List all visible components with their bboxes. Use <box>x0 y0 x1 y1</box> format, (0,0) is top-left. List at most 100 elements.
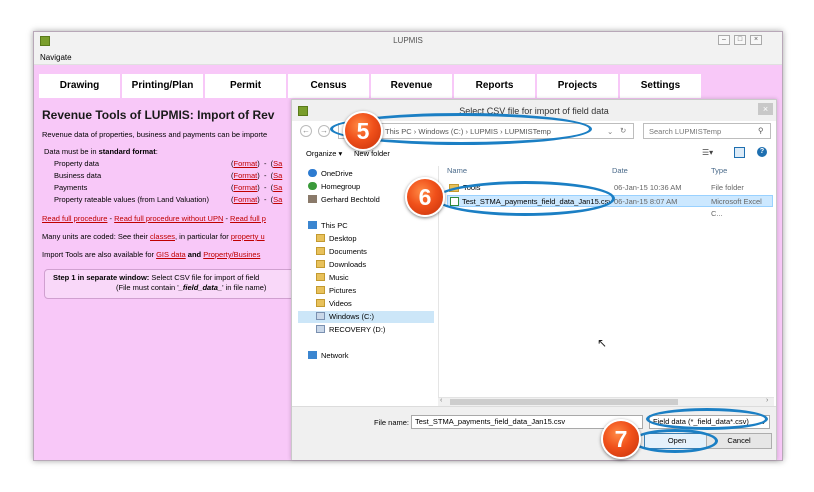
read-procedure-other-link[interactable]: Read full p <box>230 214 266 223</box>
nav-homegroup[interactable]: Homegroup <box>308 181 360 193</box>
horizontal-scrollbar[interactable]: ‹ › <box>438 397 774 406</box>
row-label-business: Business data <box>54 171 102 180</box>
nav-user-label: Gerhard Bechtold <box>321 195 380 204</box>
nav-homegroup-label: Homegroup <box>321 182 361 191</box>
menu-bar: Navigate <box>34 52 782 65</box>
maximize-button[interactable]: □ <box>734 35 746 45</box>
file-date: 06-Jan-15 10:36 AM <box>614 183 682 192</box>
gis-data-link[interactable]: GIS data <box>156 250 186 259</box>
organize-label: Organize <box>306 149 337 158</box>
format-link[interactable]: Format <box>234 183 258 192</box>
menu-navigate[interactable]: Navigate <box>40 53 72 62</box>
sample-link[interactable]: Sa <box>273 195 282 204</box>
address-dropdown-icon[interactable]: ⌄ <box>607 127 613 136</box>
minimize-button[interactable]: – <box>718 35 730 45</box>
nav-this-pc-label: This PC <box>321 221 348 230</box>
folder-icon <box>316 260 325 268</box>
tab-revenue[interactable]: Revenue <box>371 74 452 98</box>
folder-icon <box>316 234 325 242</box>
nav-desktop-label: Desktop <box>329 234 357 243</box>
tab-drawing[interactable]: Drawing <box>39 74 120 98</box>
file-date: 06-Jan-15 8:07 AM <box>614 197 678 206</box>
file-type: Microsoft Excel C... <box>711 197 762 218</box>
step-line-1: Step 1 in separate window: Select CSV fi… <box>53 273 259 282</box>
nav-onedrive-label: OneDrive <box>321 169 353 178</box>
nav-windows-c[interactable]: Windows (C:) <box>298 311 434 323</box>
format-link[interactable]: Format <box>234 171 258 180</box>
row-label-rateable: Property rateable values (from Land Valu… <box>54 195 209 204</box>
scroll-right-icon[interactable]: › <box>766 397 768 404</box>
scroll-left-icon[interactable]: ‹ <box>440 397 442 404</box>
nav-videos[interactable]: Videos <box>316 298 352 310</box>
property-use-link[interactable]: property u <box>231 232 265 241</box>
app-title: LUPMIS <box>393 36 423 45</box>
tab-permit[interactable]: Permit <box>205 74 286 98</box>
mouse-pointer-icon: ↖ <box>597 336 608 350</box>
folder-icon <box>316 273 325 281</box>
nav-pictures[interactable]: Pictures <box>316 285 356 297</box>
row-separator: - <box>263 195 267 204</box>
nav-downloads[interactable]: Downloads <box>316 259 366 271</box>
column-name[interactable]: Name <box>447 166 467 175</box>
homegroup-icon <box>308 182 317 190</box>
highlight-ring-open <box>632 429 718 453</box>
nav-videos-label: Videos <box>329 299 352 308</box>
classes-link[interactable]: classes <box>150 232 175 241</box>
nav-music[interactable]: Music <box>316 272 349 284</box>
preview-pane-icon[interactable] <box>734 147 745 158</box>
read-procedure-no-upn-link[interactable]: Read full procedure without UPN <box>114 214 223 223</box>
format-link[interactable]: Format <box>234 195 258 204</box>
view-options-icon[interactable]: ☰▾ <box>702 148 716 158</box>
tab-printing-plan[interactable]: Printing/Plan <box>122 74 203 98</box>
scrollbar-thumb[interactable] <box>450 399 678 405</box>
nav-user[interactable]: Gerhard Bechtold <box>308 194 380 206</box>
nav-desktop[interactable]: Desktop <box>316 233 357 245</box>
folder-icon <box>316 247 325 255</box>
forward-icon[interactable]: → <box>318 125 330 137</box>
row-separator: - <box>263 159 267 168</box>
network-icon <box>308 351 317 359</box>
nav-onedrive[interactable]: OneDrive <box>308 168 353 180</box>
nav-music-label: Music <box>329 273 349 282</box>
row-label-property: Property data <box>54 159 100 168</box>
nav-network[interactable]: Network <box>308 350 349 362</box>
callout-badge-7: 7 <box>601 419 641 459</box>
format-link-row: (Format) - (Sa <box>231 171 283 180</box>
search-input[interactable]: Search LUPMISTemp ⚲ <box>643 123 771 139</box>
format-link-row: (Format) - (Sa <box>231 195 283 204</box>
search-icon[interactable]: ⚲ <box>758 126 764 135</box>
tab-reports[interactable]: Reports <box>454 74 535 98</box>
app-title-bar: LUPMIS – □ × <box>34 32 782 52</box>
step-line2-prefix: (File must contain ' <box>116 283 179 292</box>
file-open-dialog: Select CSV file for import of field data… <box>291 99 777 460</box>
nav-this-pc[interactable]: This PC <box>308 220 348 232</box>
step-1-box[interactable]: Step 1 in separate window: Select CSV fi… <box>44 269 296 299</box>
nav-documents[interactable]: Documents <box>316 246 367 258</box>
nav-recovery-d[interactable]: RECOVERY (D:) <box>316 324 385 336</box>
property-business-link[interactable]: Property/Busines <box>203 250 260 259</box>
row-separator: - <box>263 183 267 192</box>
sample-link[interactable]: Sa <box>273 159 282 168</box>
tab-census[interactable]: Census <box>288 74 369 98</box>
format-link-row: (Format) - (Sa <box>231 183 283 192</box>
format-link[interactable]: Format <box>234 159 258 168</box>
organize-button[interactable]: Organize ▾ <box>306 149 342 158</box>
refresh-icon[interactable]: ↻ <box>620 126 626 135</box>
sample-link[interactable]: Sa <box>273 183 282 192</box>
user-icon <box>308 195 317 203</box>
row-label-payments: Payments <box>54 183 88 192</box>
column-type[interactable]: Type <box>711 166 727 175</box>
tab-projects[interactable]: Projects <box>537 74 618 98</box>
read-procedure-link[interactable]: Read full procedure <box>42 214 107 223</box>
callout-badge-6: 6 <box>405 177 445 217</box>
column-date[interactable]: Date <box>612 166 628 175</box>
computer-icon <box>308 221 317 229</box>
close-button[interactable]: × <box>750 35 762 45</box>
dialog-close-button[interactable]: × <box>758 103 773 115</box>
sample-link[interactable]: Sa <box>273 171 282 180</box>
format-note: Data must be in standard format: <box>44 147 158 156</box>
help-icon[interactable]: ? <box>757 147 767 157</box>
tab-settings[interactable]: Settings <box>620 74 701 98</box>
back-icon[interactable]: ← <box>300 125 312 137</box>
cloud-icon <box>308 169 317 177</box>
